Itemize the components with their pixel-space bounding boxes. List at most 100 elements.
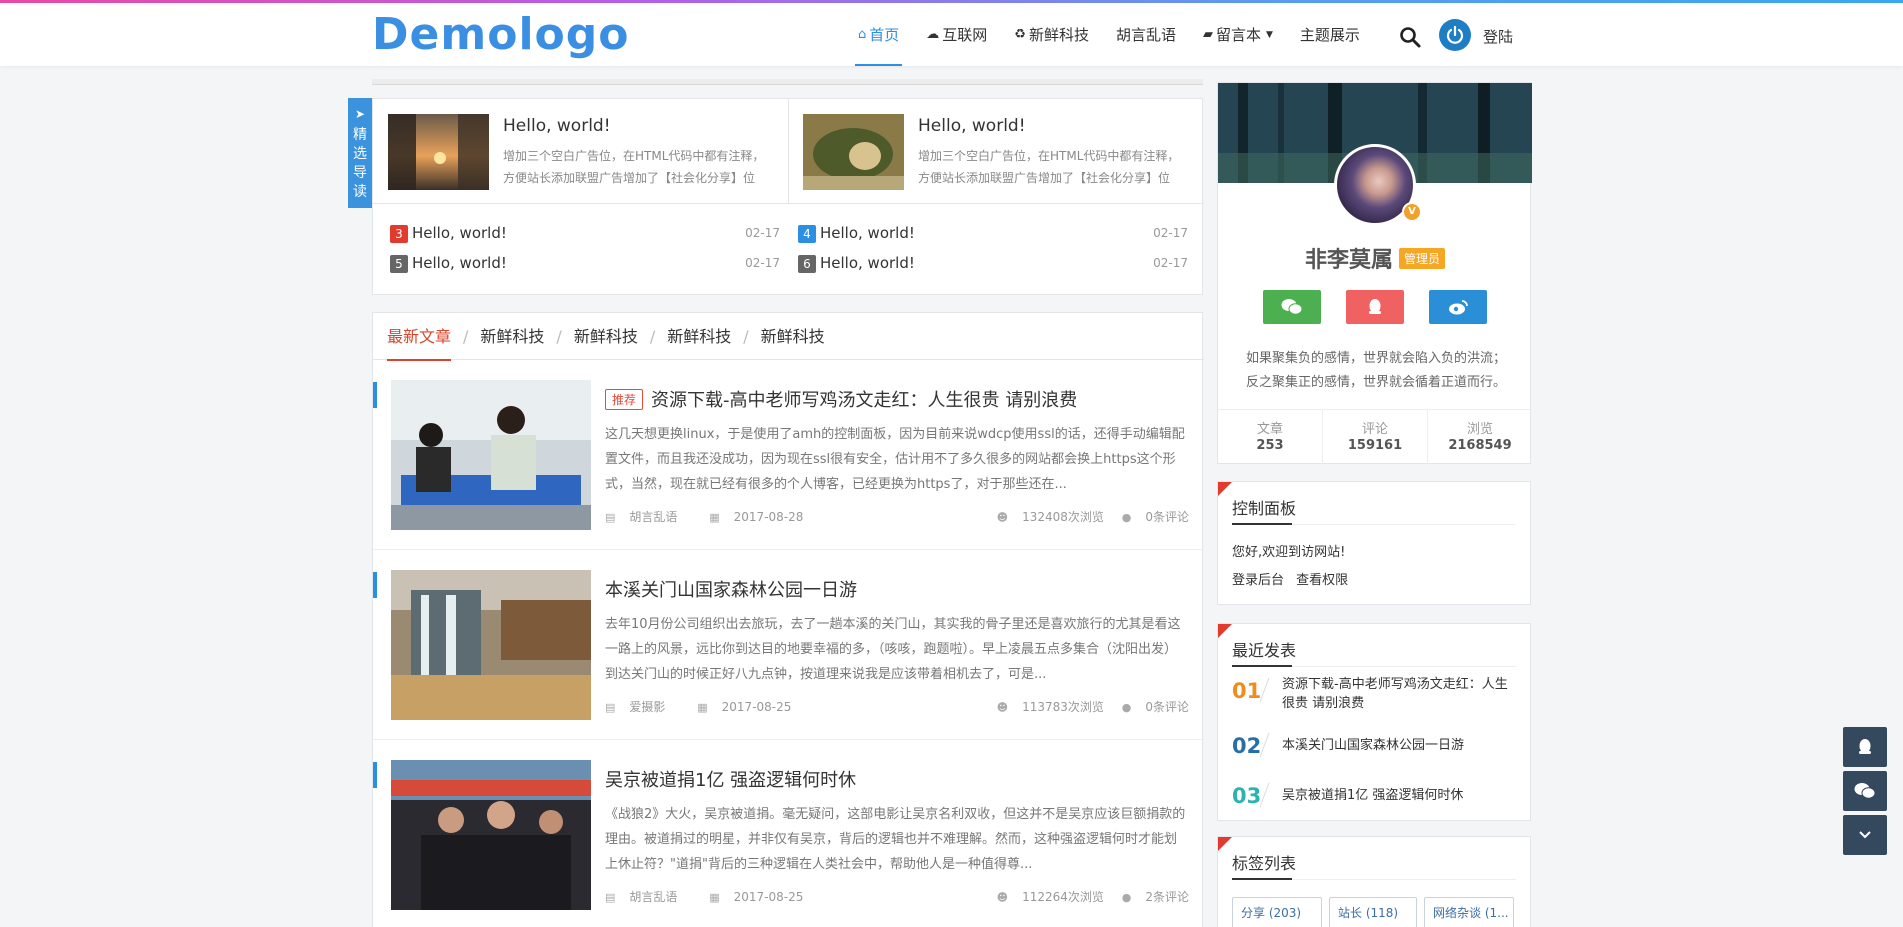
weibo-button[interactable] — [1429, 290, 1487, 324]
qq-float-button[interactable] — [1843, 727, 1887, 767]
post-title[interactable]: 吴京被道捐1亿 强盗逻辑何时休 — [605, 766, 856, 792]
widget-title: 标签列表 — [1232, 854, 1297, 873]
featured-post[interactable]: Hello, world! 增加三个空白广告位，在HTML代码中都有注释，方便站… — [388, 114, 788, 190]
rank-date: 02-17 — [1153, 226, 1188, 240]
view-permissions-link[interactable]: 查看权限 — [1296, 573, 1348, 588]
post-title[interactable]: 本溪关门山国家森林公园一日游 — [605, 576, 857, 602]
nav-guestbook[interactable]: ▰ 留言本 ▼ — [1203, 3, 1273, 66]
recent-item[interactable]: 02 本溪关门山国家森林公园一日游 — [1232, 730, 1516, 780]
post-comments[interactable]: ● 0条评论 — [1122, 510, 1189, 524]
power-icon[interactable] — [1439, 19, 1471, 51]
post-title-text[interactable]: 资源下载-高中老师写鸡汤文走红：人生很贵 请别浪费 — [651, 390, 1077, 411]
rank-title[interactable]: Hello, world! — [412, 254, 507, 272]
rank-item[interactable]: 4 Hello, world! 02-17 — [798, 223, 1188, 253]
wechat-float-button[interactable] — [1843, 771, 1887, 811]
site-logo[interactable]: Demologo — [372, 9, 629, 60]
rank-title[interactable]: Hello, world! — [820, 254, 915, 272]
users-icon: ☻ — [996, 511, 1009, 524]
motto-line: 如果聚集负的感情，世界就会陷入负的洪流； — [1245, 351, 1506, 366]
tab-tech[interactable]: 新鲜科技 — [667, 313, 731, 360]
stat-value: 159161 — [1347, 438, 1403, 453]
recent-title[interactable]: 资源下载-高中老师写鸡汤文走红：人生很贵 请别浪费 — [1282, 675, 1516, 713]
widget-corner — [1218, 624, 1232, 638]
post-comments-label[interactable]: 0条评论 — [1145, 700, 1189, 714]
post-comments[interactable]: ● 2条评论 — [1122, 890, 1189, 904]
featured-post-excerpt: 增加三个空白广告位，在HTML代码中都有注释，方便站长添加联盟广告增加了【社会化… — [918, 149, 1180, 185]
rank-item[interactable]: 3 Hello, world! 02-17 — [390, 223, 780, 253]
tab-latest[interactable]: 最新文章 — [387, 313, 452, 361]
home-icon: ⌂ — [858, 27, 867, 42]
control-links: 登录后台 查看权限 — [1232, 569, 1356, 588]
recent-number: 02 — [1232, 734, 1262, 758]
post-meta-right: ☻ 112264次浏览 ● 2条评论 — [997, 888, 1189, 905]
post-category-label[interactable]: 胡言乱语 — [629, 890, 677, 904]
featured-post[interactable]: Hello, world! 增加三个空白广告位，在HTML代码中都有注释，方便站… — [803, 114, 1203, 190]
tag-item[interactable]: 分享 (203) — [1232, 897, 1322, 927]
qq-icon — [1369, 299, 1381, 314]
profile-stats: 文章 253 评论 159161 浏览 2168549 — [1218, 409, 1532, 465]
nav-label: 互联网 — [942, 26, 988, 44]
recycle-icon: ♻ — [1014, 27, 1026, 42]
recent-item[interactable]: 03 吴京被道捐1亿 强盗逻辑何时休 — [1232, 780, 1516, 830]
tab-tech[interactable]: 新鲜科技 — [574, 313, 638, 360]
post-title-text[interactable]: 吴京被道捐1亿 强盗逻辑何时休 — [605, 770, 856, 791]
post-category[interactable]: ▤ 爱摄影 — [605, 700, 679, 714]
rank-item[interactable]: 5 Hello, world! 02-17 — [390, 253, 780, 283]
post-comments-label[interactable]: 2条评论 — [1145, 890, 1189, 904]
list-icon: ▤ — [605, 891, 616, 904]
tab-tech[interactable]: 新鲜科技 — [761, 313, 825, 360]
comment-icon: ● — [1121, 891, 1132, 904]
post-item: 本溪关门山国家森林公园一日游 去年10月份公司组织出去旅玩，去了一趟本溪的关门山… — [373, 550, 1204, 740]
post-title[interactable]: 推荐 资源下载-高中老师写鸡汤文走红：人生很贵 请别浪费 — [605, 386, 1077, 412]
recent-title[interactable]: 吴京被道捐1亿 强盗逻辑何时休 — [1282, 786, 1516, 805]
featured-thumbnail[interactable] — [388, 114, 489, 190]
recommended-tag: 推荐 — [605, 389, 644, 410]
qq-button[interactable] — [1346, 290, 1404, 324]
featured-post-title[interactable]: Hello, world! — [503, 116, 611, 136]
post-views: ☻ 132408次浏览 — [997, 510, 1104, 524]
post-thumbnail[interactable] — [391, 570, 591, 720]
widget-title-underline — [1232, 665, 1292, 667]
post-date-label: 2017-08-28 — [733, 510, 804, 524]
post-category-label[interactable]: 爱摄影 — [629, 700, 665, 714]
post-comments[interactable]: ● 0条评论 — [1122, 700, 1189, 714]
post-views-label: 132408次浏览 — [1022, 510, 1104, 524]
nav-nonsense[interactable]: 胡言乱语 — [1116, 3, 1176, 66]
post-excerpt: 去年10月份公司组织出去旅玩，去了一趟本溪的关门山，其实我的骨子里还是喜欢旅行的… — [605, 617, 1181, 682]
admin-login-link[interactable]: 登录后台 — [1232, 573, 1284, 588]
post-category[interactable]: ▤ 胡言乱语 — [605, 510, 691, 524]
featured-thumbnail[interactable] — [803, 114, 904, 190]
post-category[interactable]: ▤ 胡言乱语 — [605, 890, 691, 904]
recent-number: 03 — [1232, 784, 1262, 808]
tag-item[interactable]: 站长 (118) — [1329, 897, 1417, 927]
login-link[interactable]: 登陆 — [1483, 26, 1513, 47]
wechat-button[interactable] — [1263, 290, 1321, 324]
search-icon[interactable] — [1398, 25, 1422, 49]
widget-corner — [1218, 837, 1232, 851]
recent-item[interactable]: 01 资源下载-高中老师写鸡汤文走红：人生很贵 请别浪费 — [1232, 675, 1516, 725]
nav-tech[interactable]: ♻ 新鲜科技 — [1014, 3, 1089, 66]
post-category-label[interactable]: 胡言乱语 — [629, 510, 677, 524]
post-thumbnail[interactable] — [391, 760, 591, 910]
featured-top: Hello, world! 增加三个空白广告位，在HTML代码中都有注释，方便站… — [373, 99, 1204, 204]
post-title-text[interactable]: 本溪关门山国家森林公园一日游 — [605, 580, 857, 601]
nav-internet[interactable]: ☁ 互联网 — [926, 3, 987, 66]
stat-views: 浏览 2168549 — [1428, 410, 1532, 465]
post-comments-label[interactable]: 0条评论 — [1145, 510, 1189, 524]
post-meta-right: ☻ 132408次浏览 ● 0条评论 — [997, 508, 1189, 525]
rank-title[interactable]: Hello, world! — [412, 224, 507, 242]
featured-post-title[interactable]: Hello, world! — [918, 116, 1026, 136]
qq-icon — [1859, 739, 1871, 754]
stat-comments: 评论 159161 — [1323, 410, 1428, 465]
tag-item[interactable]: 网络杂谈 (1... — [1424, 897, 1514, 927]
rank-title[interactable]: Hello, world! — [820, 224, 915, 242]
comment-icon: ● — [1121, 511, 1132, 524]
post-thumbnail[interactable] — [391, 380, 591, 530]
rank-number: 5 — [390, 255, 408, 273]
recent-title[interactable]: 本溪关门山国家森林公园一日游 — [1282, 736, 1516, 755]
rank-item[interactable]: 6 Hello, world! 02-17 — [798, 253, 1188, 283]
tab-tech[interactable]: 新鲜科技 — [480, 313, 544, 360]
nav-themes[interactable]: 主题展示 — [1300, 3, 1360, 66]
scroll-down-button[interactable] — [1843, 815, 1887, 855]
nav-home[interactable]: ⌂ 首页 — [854, 3, 903, 66]
